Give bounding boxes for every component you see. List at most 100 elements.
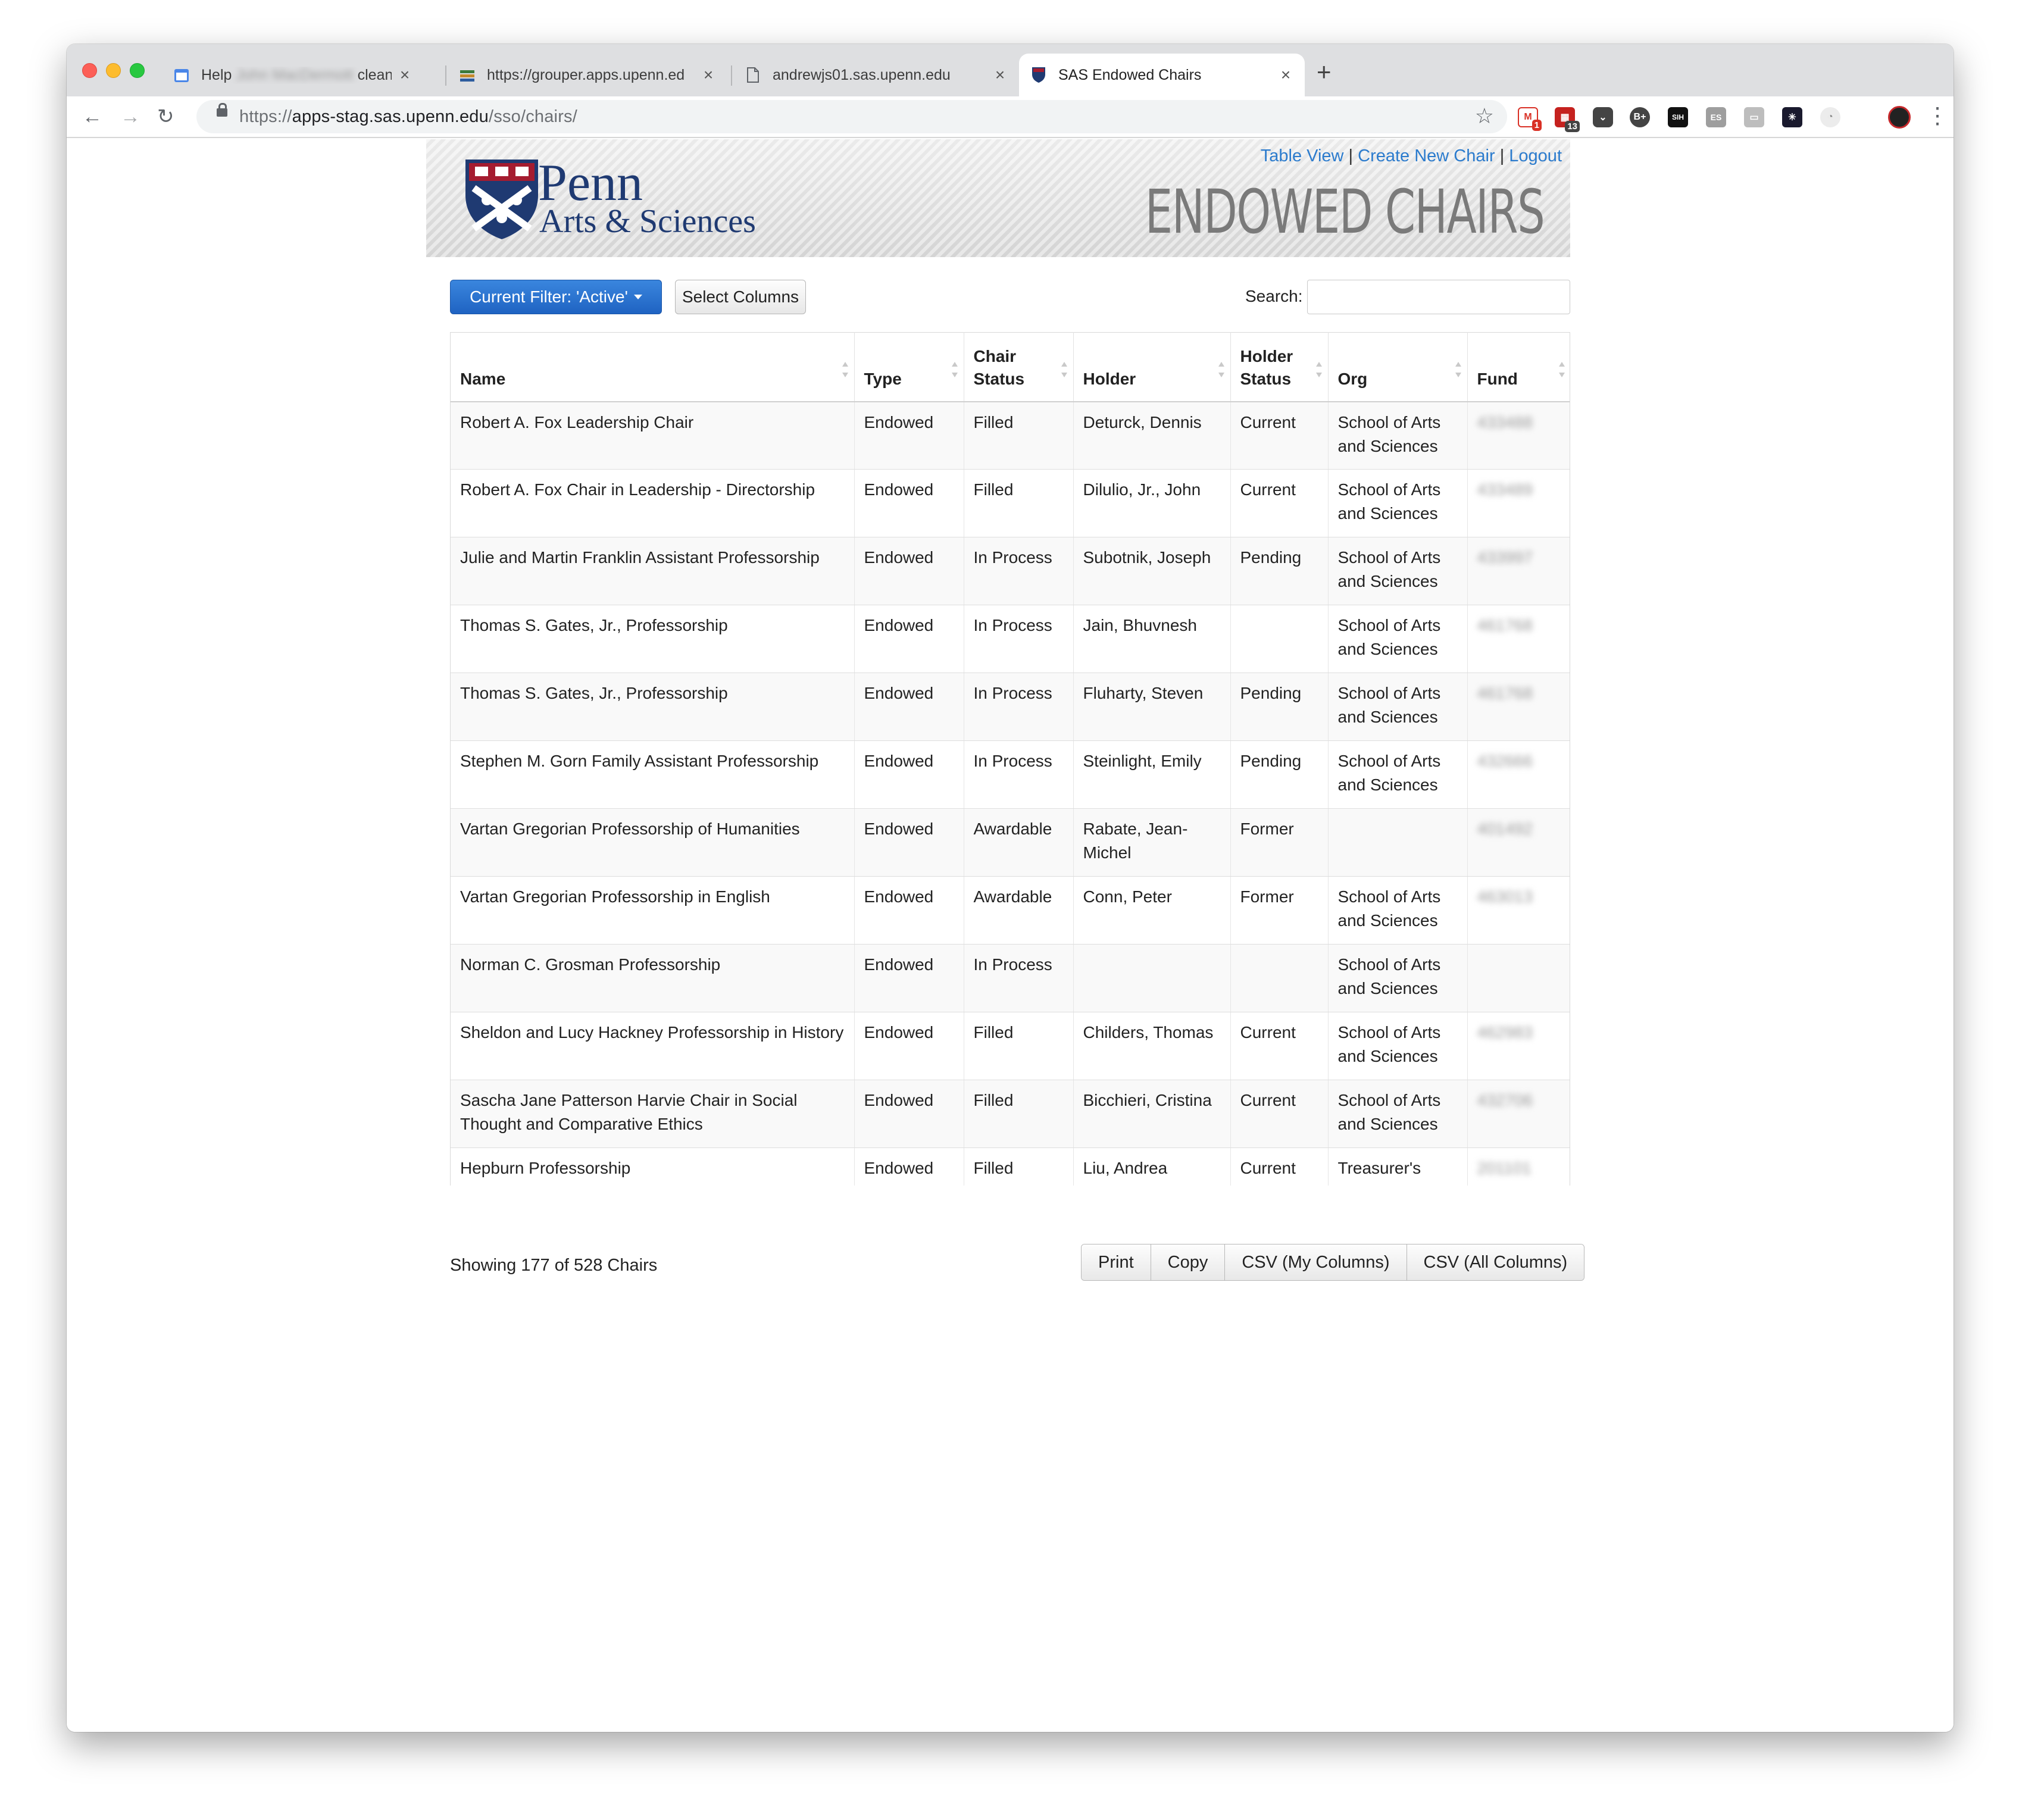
copy-button[interactable]: Copy <box>1151 1244 1226 1280</box>
forward-arrow-icon[interactable]: → <box>120 104 140 130</box>
cell-holder: Childers, Thomas <box>1073 1012 1231 1080</box>
blurred-fund-number: 432706 <box>1477 1091 1533 1109</box>
cell-holder-status: Current <box>1230 401 1329 470</box>
blurred-fund-number: 463013 <box>1477 887 1533 906</box>
url-text[interactable]: https://apps-stag.sas.upenn.edu/sso/chai… <box>239 107 577 127</box>
column-header-holder[interactable]: Holder <box>1073 332 1231 402</box>
table-row[interactable]: Sheldon and Lucy Hackney Professorship i… <box>451 1012 1570 1080</box>
cell-org: School of Arts and Sciences <box>1328 469 1468 537</box>
tab-help[interactable]: Help John MacDermott clean u × <box>162 54 424 96</box>
reload-icon[interactable]: ↻ <box>157 104 174 130</box>
table-row[interactable]: Thomas S. Gates, Jr., Professorship Endow… <box>451 673 1570 741</box>
cell-fund: 201101 <box>1467 1147 1570 1186</box>
cell-type: Endowed <box>854 808 964 877</box>
timer-icon[interactable]: ◔ <box>1820 107 1840 127</box>
logo-arts-text: Arts & Sciences <box>539 203 756 240</box>
column-header-org[interactable]: Org <box>1328 332 1468 402</box>
table-row[interactable]: Sascha Jane Patterson Harvie Chair in So… <box>451 1080 1570 1148</box>
chairs-table: Name Type Chair Status Holder Holder Sta… <box>451 332 1570 1186</box>
cell-org: Treasurer's <box>1328 1147 1468 1186</box>
tab-grouper[interactable]: https://grouper.apps.upenn.ed × <box>448 54 727 96</box>
tab-title: Help <box>201 66 236 83</box>
column-header-holder-status[interactable]: Holder Status <box>1230 332 1329 402</box>
cell-chair-status: Awardable <box>964 808 1074 877</box>
search-input[interactable] <box>1307 280 1570 314</box>
close-window-button[interactable] <box>82 63 97 78</box>
cell-holder: Liu, Andrea <box>1073 1147 1231 1186</box>
address-bar[interactable]: https://apps-stag.sas.upenn.edu/sso/chai… <box>196 100 1507 133</box>
chat-icon[interactable]: ▭ <box>1744 107 1764 127</box>
menu-kebab-icon[interactable]: ⋮ <box>1926 101 1949 131</box>
column-header-fund[interactable]: Fund <box>1467 332 1570 402</box>
cell-fund: 462983 <box>1467 1012 1570 1080</box>
back-arrow-icon[interactable]: ← <box>82 104 102 130</box>
close-tab-icon[interactable]: × <box>1277 65 1294 85</box>
burst-icon[interactable]: ✳ <box>1782 107 1802 127</box>
cell-org: School of Arts and Sciences <box>1328 876 1468 945</box>
column-header-type[interactable]: Type <box>854 332 964 402</box>
cell-name: Robert A. Fox Chair in Leadership - Dire… <box>451 469 855 537</box>
cell-chair-status: In Process <box>964 673 1074 741</box>
table-row[interactable]: Thomas S. Gates, Jr., Professorship Endow… <box>451 605 1570 673</box>
cell-org: School of Arts and Sciences <box>1328 1080 1468 1148</box>
table-row[interactable]: Robert A. Fox Leadership Chair Endowed Fil… <box>451 401 1570 470</box>
print-button[interactable]: Print <box>1082 1244 1151 1280</box>
sort-icon <box>1315 361 1322 377</box>
csv-all-columns-button[interactable]: CSV (All Columns) <box>1407 1244 1584 1280</box>
cell-chair-status: Filled <box>964 469 1074 537</box>
cell-chair-status: Awardable <box>964 876 1074 945</box>
tab-title: andrewjs01.sas.upenn.edu <box>773 66 951 83</box>
select-columns-button[interactable]: Select Columns <box>675 280 806 314</box>
cell-type: Endowed <box>854 673 964 741</box>
table-row[interactable]: Julie and Martin Franklin Assistant Prof… <box>451 537 1570 605</box>
tab-sas-endowed-chairs[interactable]: SAS Endowed Chairs × <box>1019 54 1305 96</box>
cell-name: Julie and Martin Franklin Assistant Prof… <box>451 537 855 605</box>
table-row[interactable]: Vartan Gregorian Professorship of Humani… <box>451 808 1570 877</box>
cell-holder-status: Former <box>1230 808 1329 877</box>
minimize-window-button[interactable] <box>106 63 121 78</box>
logout-link[interactable]: Logout <box>1509 146 1562 165</box>
cell-fund: 433997 <box>1467 537 1570 605</box>
table-row[interactable]: Robert A. Fox Chair in Leadership - Dire… <box>451 469 1570 537</box>
cell-holder-status: Current <box>1230 469 1329 537</box>
cell-fund: 461768 <box>1467 605 1570 673</box>
bplus-icon[interactable]: B+ <box>1630 107 1650 127</box>
zoom-window-button[interactable] <box>130 63 145 78</box>
cell-type: Endowed <box>854 1147 964 1186</box>
tab-andrewjs01[interactable]: andrewjs01.sas.upenn.edu × <box>733 54 1019 96</box>
csv-my-columns-button[interactable]: CSV (My Columns) <box>1225 1244 1407 1280</box>
gmail-icon[interactable]: M1 <box>1518 107 1542 131</box>
table-row[interactable]: Norman C. Grosman Professorship Endowed In… <box>451 944 1570 1012</box>
profile-avatar[interactable] <box>1888 106 1911 129</box>
create-new-chair-link[interactable]: Create New Chair <box>1358 146 1495 165</box>
sort-icon <box>1218 361 1224 377</box>
sort-icon <box>842 361 848 377</box>
close-tab-icon[interactable]: × <box>396 65 413 85</box>
column-header-name[interactable]: Name <box>451 332 855 402</box>
column-header-chair-status[interactable]: Chair Status <box>964 332 1074 402</box>
document-icon <box>744 66 762 84</box>
cell-fund: 433488 <box>1467 401 1570 470</box>
chairs-table-container[interactable]: Name Type Chair Status Holder Holder Sta… <box>450 332 1570 1186</box>
bookmark-star-icon[interactable]: ☆ <box>1475 104 1494 129</box>
table-row[interactable]: Hepburn Professorship Endowed Filled Liu, A… <box>451 1147 1570 1186</box>
penn-shield-icon <box>1030 66 1048 84</box>
close-tab-icon[interactable]: × <box>700 65 717 85</box>
current-filter-button[interactable]: Current Filter: 'Active' <box>450 280 662 314</box>
pocket-icon[interactable]: ⌄ <box>1593 107 1613 127</box>
cell-chair-status: Filled <box>964 401 1074 470</box>
calendar-extension-icon[interactable]: ▦ 13 <box>1555 107 1580 132</box>
new-tab-button[interactable]: + <box>1317 60 1332 85</box>
table-header-row: Name Type Chair Status Holder Holder Sta… <box>451 332 1570 402</box>
table-view-link[interactable]: Table View <box>1261 146 1344 165</box>
table-row[interactable]: Vartan Gregorian Professorship in Englis… <box>451 876 1570 945</box>
cell-chair-status: In Process <box>964 605 1074 673</box>
cell-type: Endowed <box>854 605 964 673</box>
blurred-fund-number: 432666 <box>1477 752 1533 770</box>
blurred-name: John MacDermott <box>236 66 354 83</box>
close-tab-icon[interactable]: × <box>992 65 1008 85</box>
table-row[interactable]: Stephen M. Gorn Family Assistant Profess… <box>451 740 1570 809</box>
sih-icon[interactable]: SIH <box>1668 107 1688 127</box>
es-icon[interactable]: ES <box>1706 107 1726 127</box>
cell-chair-status: Filled <box>964 1080 1074 1148</box>
